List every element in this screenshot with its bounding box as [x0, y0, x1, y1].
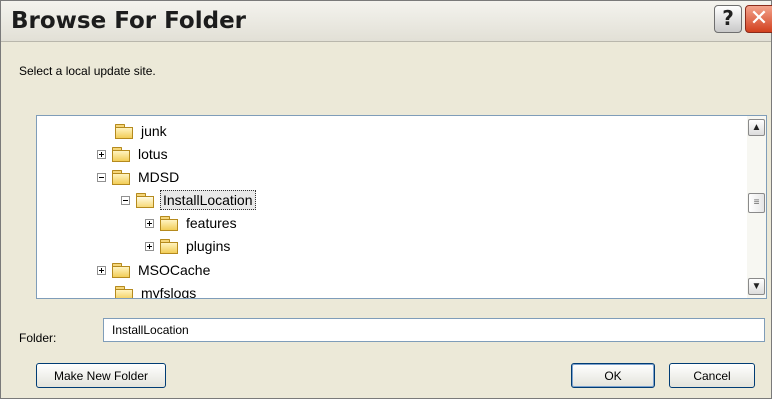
- tree-item-label: lotus: [138, 146, 168, 162]
- plus-expander-icon[interactable]: [97, 265, 106, 275]
- title-bar[interactable]: Browse For Folder ? ✕: [1, 1, 772, 42]
- folder-field[interactable]: [103, 318, 765, 342]
- tree-item-label: MDSD: [138, 169, 180, 185]
- cancel-button[interactable]: Cancel: [669, 363, 755, 388]
- close-button[interactable]: ✕: [745, 5, 772, 33]
- make-new-folder-button[interactable]: Make New Folder: [36, 363, 166, 388]
- plus-expander-icon[interactable]: [145, 218, 154, 228]
- vertical-scrollbar[interactable]: ▲ ≡ ▼: [747, 116, 766, 298]
- plus-expander-icon[interactable]: [97, 149, 106, 159]
- folder-icon: [115, 286, 133, 298]
- scroll-up-button[interactable]: ▲: [748, 119, 765, 136]
- browse-for-folder-dialog: Browse For Folder ? ✕ Select a local upd…: [0, 0, 772, 399]
- folder-icon: [112, 170, 130, 185]
- folder-icon: [112, 263, 130, 278]
- tree-item-label: features: [186, 215, 237, 231]
- folder-icon: [160, 216, 178, 231]
- scroll-down-button[interactable]: ▼: [748, 278, 765, 295]
- tree-item-label: myfslogs: [141, 285, 197, 299]
- folder-field-label: Folder:: [19, 331, 57, 345]
- minus-expander-icon[interactable]: [121, 195, 130, 205]
- minus-expander-icon[interactable]: [97, 172, 106, 182]
- tree-item-myfslogs[interactable]: myfslogs: [115, 282, 198, 299]
- tree-item-label: junk: [141, 123, 167, 139]
- folder-icon: [112, 147, 130, 162]
- tree-item-msocache[interactable]: MSOCache: [97, 259, 212, 281]
- tree-item-features[interactable]: features: [145, 212, 239, 234]
- help-button[interactable]: ?: [714, 5, 742, 33]
- open-folder-icon: [136, 193, 154, 208]
- dialog-title: Browse For Folder: [11, 8, 247, 34]
- tree-item-plugins[interactable]: plugins: [145, 235, 232, 257]
- tree-item-label: plugins: [186, 238, 231, 254]
- tree-item-mdsd[interactable]: MDSD: [97, 166, 181, 188]
- tree-item-lotus[interactable]: lotus: [97, 143, 170, 165]
- tree-item-junk[interactable]: junk: [115, 120, 169, 142]
- folder-icon: [115, 124, 133, 139]
- scroll-thumb[interactable]: ≡: [748, 193, 765, 213]
- tree-item-label: InstallLocation: [160, 190, 256, 210]
- folder-icon: [160, 239, 178, 254]
- ok-button[interactable]: OK: [571, 363, 655, 388]
- tree-item-label: MSOCache: [138, 262, 211, 278]
- instruction-text: Select a local update site.: [19, 64, 156, 78]
- plus-expander-icon[interactable]: [145, 241, 154, 251]
- tree-item-installlocation[interactable]: InstallLocation: [121, 189, 256, 211]
- folder-tree[interactable]: junk lotus MDSD InstallLocation features…: [36, 115, 767, 299]
